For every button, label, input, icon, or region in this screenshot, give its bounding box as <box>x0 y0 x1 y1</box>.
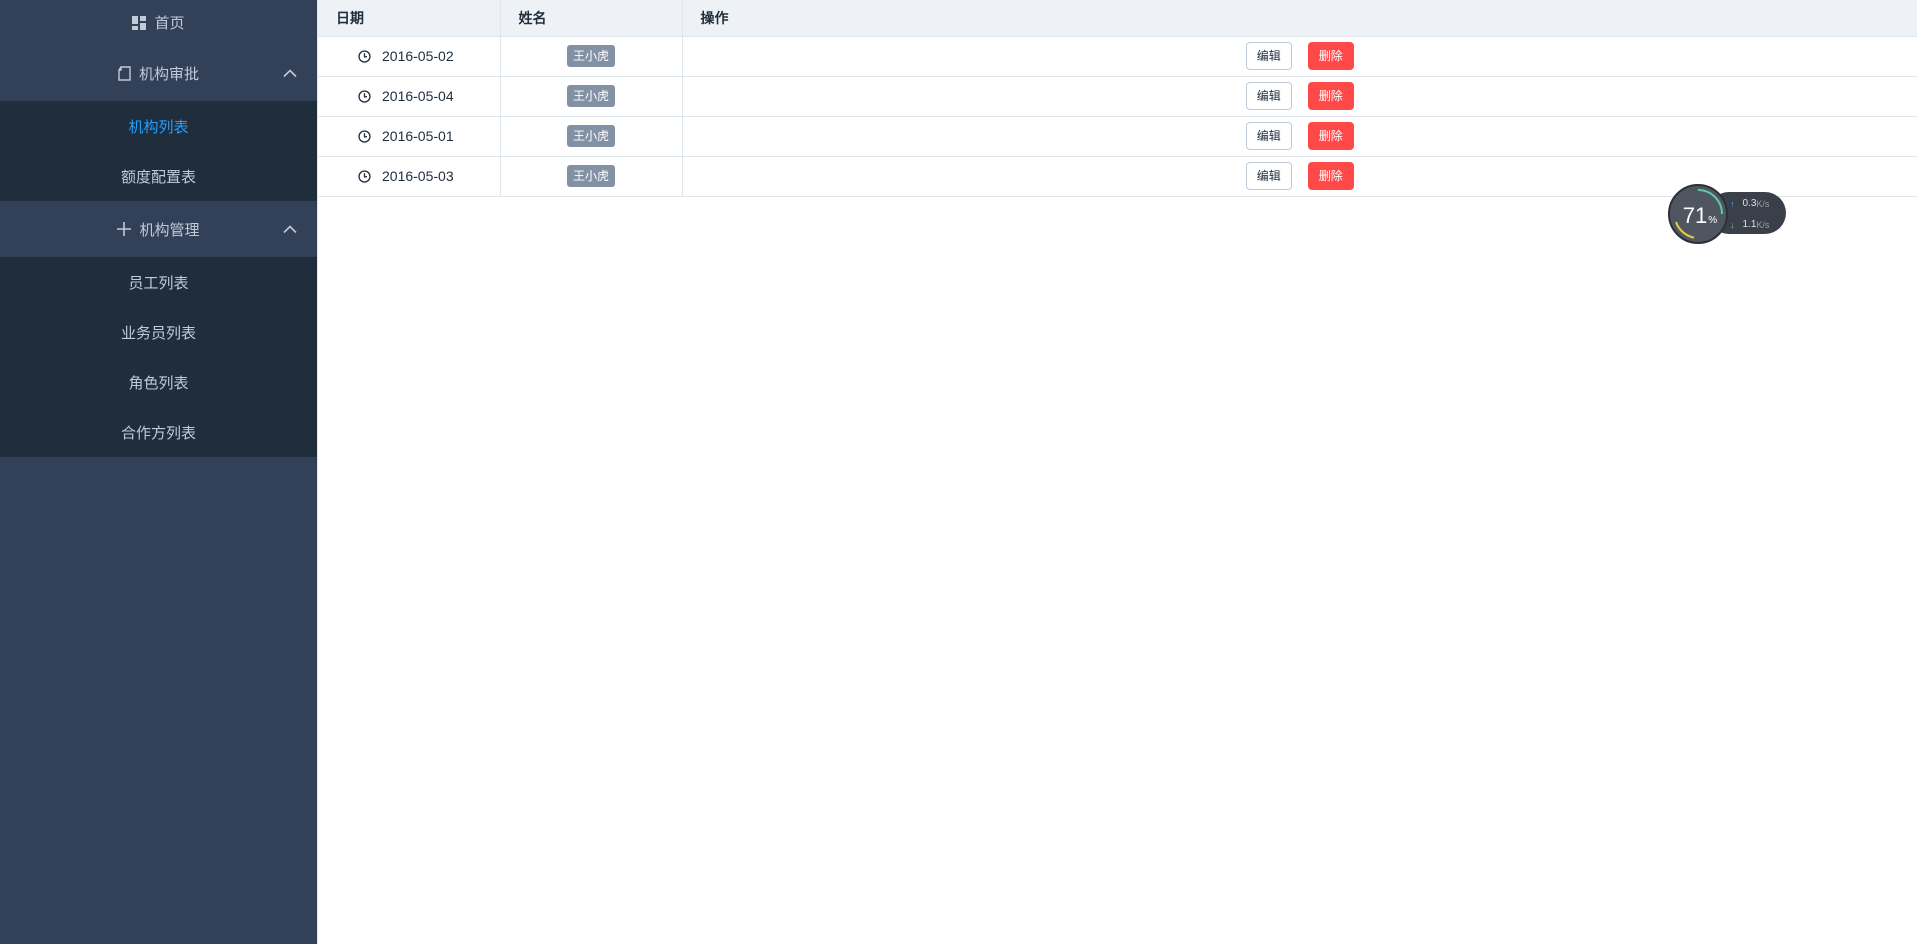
table-header-row: 日期 姓名 操作 <box>318 0 1917 37</box>
sidebar-item-label: 首页 <box>154 15 185 32</box>
chevron-up-icon <box>283 69 297 78</box>
date-text: 2016-05-03 <box>382 168 454 184</box>
submenu-list-approval: 机构列表 额度配置表 <box>0 101 317 201</box>
sidebar-item-staff-list[interactable]: 员工列表 <box>0 257 317 307</box>
upload-speed: ↑ 0.3 K/s <box>1730 198 1769 209</box>
edit-button[interactable]: 编辑 <box>1245 122 1292 150</box>
submenu-title-label: 机构管理 <box>139 221 200 239</box>
arrow-down-icon: ↓ <box>1730 219 1735 230</box>
table-row: 2016-05-04 王小虎 编辑 删除 <box>318 76 1917 117</box>
name-tag: 王小虎 <box>566 165 615 187</box>
sidebar-item-org-list[interactable]: 机构列表 <box>0 101 317 151</box>
table-row: 2016-05-02 王小虎 编辑 删除 <box>318 36 1917 77</box>
name-cell: 王小虎 <box>500 156 683 197</box>
submenu-title-approval[interactable]: 机构审批 <box>0 45 317 101</box>
clock-icon <box>358 169 371 183</box>
table-row: 2016-05-01 王小虎 编辑 删除 <box>318 116 1917 157</box>
actions-cell: 编辑 删除 <box>682 36 1917 77</box>
clock-icon <box>358 89 371 103</box>
date-text: 2016-05-01 <box>382 128 454 144</box>
clock-icon <box>358 49 371 63</box>
name-tag: 王小虎 <box>566 125 615 147</box>
speed-unit: K/s <box>1756 198 1770 209</box>
actions-cell: 编辑 删除 <box>682 76 1917 117</box>
delete-button[interactable]: 删除 <box>1307 82 1354 110</box>
main-content: 日期 姓名 操作 2016-05-02 王小虎 编辑 删除 2016-05-04… <box>317 0 1917 944</box>
delete-button[interactable]: 删除 <box>1307 162 1354 190</box>
sidebar-item-partner-list[interactable]: 合作方列表 <box>0 407 317 457</box>
grid-icon <box>132 15 147 30</box>
document-icon <box>118 65 131 81</box>
edit-button[interactable]: 编辑 <box>1245 82 1292 110</box>
sidebar: 首页 机构审批 机构列表 额度配置表 机构管理 员工列表 业务员列表 角色列表 … <box>0 0 317 944</box>
plus-icon <box>117 222 132 236</box>
actions-cell: 编辑 删除 <box>682 116 1917 157</box>
sidebar-item-home[interactable]: 首页 <box>0 0 317 45</box>
delete-button[interactable]: 删除 <box>1307 122 1354 150</box>
date-text: 2016-05-02 <box>382 48 454 64</box>
upload-value: 0.3 <box>1742 198 1757 209</box>
sidebar-item-salesman-list[interactable]: 业务员列表 <box>0 307 317 357</box>
name-tag: 王小虎 <box>566 85 615 107</box>
delete-button[interactable]: 删除 <box>1307 42 1354 70</box>
usage-gauge: 71% <box>1668 184 1728 244</box>
submenu-title-label: 机构审批 <box>138 65 199 83</box>
clock-icon <box>358 129 371 143</box>
edit-button[interactable]: 编辑 <box>1245 42 1292 70</box>
submenu-title-management[interactable]: 机构管理 <box>0 201 317 257</box>
edit-button[interactable]: 编辑 <box>1245 162 1292 190</box>
usage-percent: 71 <box>1682 203 1708 228</box>
sidebar-item-role-list[interactable]: 角色列表 <box>0 357 317 407</box>
data-table: 日期 姓名 操作 2016-05-02 王小虎 编辑 删除 2016-05-04… <box>318 0 1917 197</box>
date-cell: 2016-05-02 <box>318 36 501 77</box>
name-cell: 王小虎 <box>500 76 683 117</box>
column-header-actions: 操作 <box>682 0 1917 37</box>
column-header-date[interactable]: 日期 <box>318 0 501 37</box>
name-cell: 王小虎 <box>500 36 683 77</box>
date-cell: 2016-05-03 <box>318 156 501 197</box>
date-text: 2016-05-04 <box>382 88 454 104</box>
chevron-up-icon <box>283 225 297 234</box>
download-speed: ↓ 1.1 K/s <box>1730 219 1769 230</box>
date-cell: 2016-05-04 <box>318 76 501 117</box>
name-tag: 王小虎 <box>566 45 615 67</box>
arrow-up-icon: ↑ <box>1730 198 1735 209</box>
name-cell: 王小虎 <box>500 116 683 157</box>
download-value: 1.1 <box>1742 219 1757 230</box>
speed-unit: K/s <box>1756 219 1770 230</box>
percent-symbol: % <box>1708 214 1718 226</box>
submenu-list-management: 员工列表 业务员列表 角色列表 合作方列表 <box>0 257 317 457</box>
network-speed-widget[interactable]: 71% ↑ 0.3 K/s ↓ 1.1 K/s <box>1668 184 1788 244</box>
date-cell: 2016-05-01 <box>318 116 501 157</box>
sidebar-item-quota-config[interactable]: 额度配置表 <box>0 151 317 201</box>
column-header-name[interactable]: 姓名 <box>500 0 683 37</box>
